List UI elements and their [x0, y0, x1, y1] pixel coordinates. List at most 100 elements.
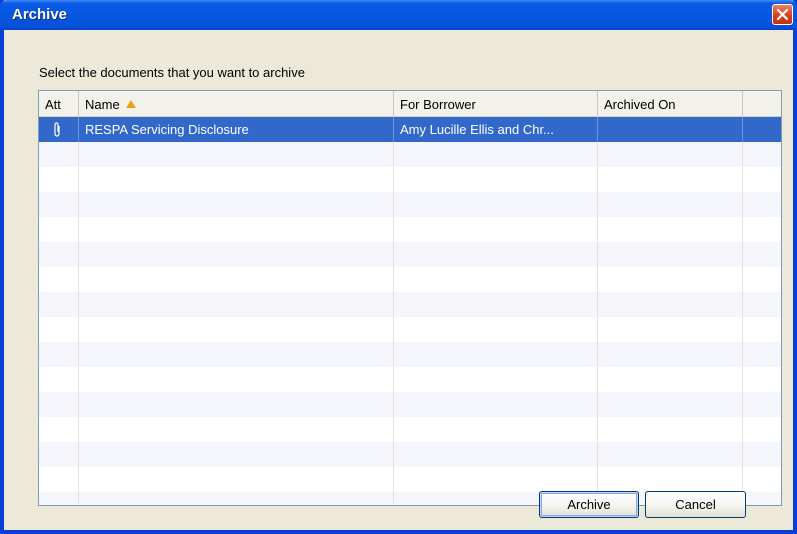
empty-cell	[743, 342, 781, 367]
empty-cell	[743, 467, 781, 492]
empty-cell	[79, 317, 394, 342]
empty-table-row	[39, 217, 781, 242]
empty-table-row	[39, 392, 781, 417]
empty-cell	[743, 267, 781, 292]
empty-table-row	[39, 317, 781, 342]
empty-cell	[598, 317, 743, 342]
close-button[interactable]	[772, 4, 793, 25]
cancel-button[interactable]: Cancel	[645, 491, 746, 518]
empty-cell	[394, 342, 598, 367]
empty-cell	[743, 217, 781, 242]
empty-cell	[39, 417, 79, 442]
empty-cell	[79, 267, 394, 292]
empty-cell	[39, 392, 79, 417]
column-header-archived-on[interactable]: Archived On	[598, 91, 743, 116]
sort-up-triangle-icon	[125, 91, 136, 117]
empty-cell	[598, 392, 743, 417]
empty-table-row	[39, 367, 781, 392]
borrower-cell: Amy Lucille Ellis and Chr...	[394, 117, 598, 142]
paperclip-icon	[54, 122, 60, 137]
empty-cell	[743, 417, 781, 442]
empty-cell	[598, 142, 743, 167]
column-header-filler	[743, 91, 781, 116]
empty-cell	[79, 442, 394, 467]
column-header-name-label: Name	[85, 97, 120, 112]
empty-table-row	[39, 242, 781, 267]
empty-cell	[743, 167, 781, 192]
empty-table-row	[39, 192, 781, 217]
empty-table-row	[39, 417, 781, 442]
empty-cell	[39, 292, 79, 317]
archive-button[interactable]: Archive	[539, 491, 639, 518]
empty-table-row	[39, 342, 781, 367]
filler-cell	[743, 117, 781, 142]
empty-cell	[743, 292, 781, 317]
empty-cell	[598, 192, 743, 217]
empty-cell	[39, 167, 79, 192]
empty-cell	[598, 417, 743, 442]
empty-cell	[743, 142, 781, 167]
empty-table-row	[39, 142, 781, 167]
empty-cell	[598, 267, 743, 292]
empty-cell	[79, 417, 394, 442]
empty-cell	[394, 367, 598, 392]
empty-cell	[79, 242, 394, 267]
column-header-for-borrower-label: For Borrower	[400, 97, 476, 112]
empty-cell	[598, 242, 743, 267]
empty-cell	[743, 192, 781, 217]
empty-cell	[394, 217, 598, 242]
empty-cell	[394, 142, 598, 167]
empty-cell	[79, 342, 394, 367]
empty-cell	[394, 467, 598, 492]
column-header-archived-on-label: Archived On	[604, 97, 676, 112]
column-header-att[interactable]: Att	[39, 91, 79, 116]
table-row[interactable]: RESPA Servicing Disclosure Amy Lucille E…	[39, 117, 781, 142]
empty-cell	[394, 442, 598, 467]
empty-cell	[39, 367, 79, 392]
empty-cell	[39, 267, 79, 292]
instruction-text: Select the documents that you want to ar…	[39, 65, 305, 80]
empty-cell	[79, 142, 394, 167]
empty-cell	[39, 492, 79, 505]
empty-cell	[743, 442, 781, 467]
empty-cell	[598, 342, 743, 367]
documents-table[interactable]: Att Name For Borrower Archived On RESPA …	[38, 90, 782, 506]
attachment-cell	[39, 117, 79, 142]
name-cell: RESPA Servicing Disclosure	[79, 117, 394, 142]
empty-cell	[39, 242, 79, 267]
empty-cell	[743, 242, 781, 267]
empty-cell	[598, 167, 743, 192]
empty-cell	[598, 442, 743, 467]
empty-cell	[79, 467, 394, 492]
empty-cell	[394, 192, 598, 217]
empty-cell	[394, 392, 598, 417]
empty-table-row	[39, 167, 781, 192]
empty-cell	[394, 267, 598, 292]
empty-cell	[743, 367, 781, 392]
empty-cell	[598, 367, 743, 392]
empty-cell	[394, 417, 598, 442]
empty-cell	[743, 492, 781, 505]
empty-table-row	[39, 442, 781, 467]
column-header-name[interactable]: Name	[79, 91, 394, 116]
table-header: Att Name For Borrower Archived On	[39, 91, 781, 117]
empty-cell	[79, 392, 394, 417]
empty-cell	[39, 442, 79, 467]
empty-cell	[79, 367, 394, 392]
column-header-for-borrower[interactable]: For Borrower	[394, 91, 598, 116]
empty-cell	[39, 467, 79, 492]
empty-cell	[39, 317, 79, 342]
empty-cell	[394, 242, 598, 267]
empty-cell	[79, 292, 394, 317]
empty-cell	[743, 392, 781, 417]
empty-table-row	[39, 292, 781, 317]
empty-cell	[394, 167, 598, 192]
empty-cell	[394, 292, 598, 317]
empty-table-row	[39, 467, 781, 492]
dialog-title: Archive	[12, 6, 68, 23]
close-icon	[776, 8, 789, 21]
empty-cell	[39, 142, 79, 167]
empty-cell	[79, 217, 394, 242]
empty-cell	[598, 217, 743, 242]
title-bar[interactable]: Archive	[0, 0, 797, 30]
